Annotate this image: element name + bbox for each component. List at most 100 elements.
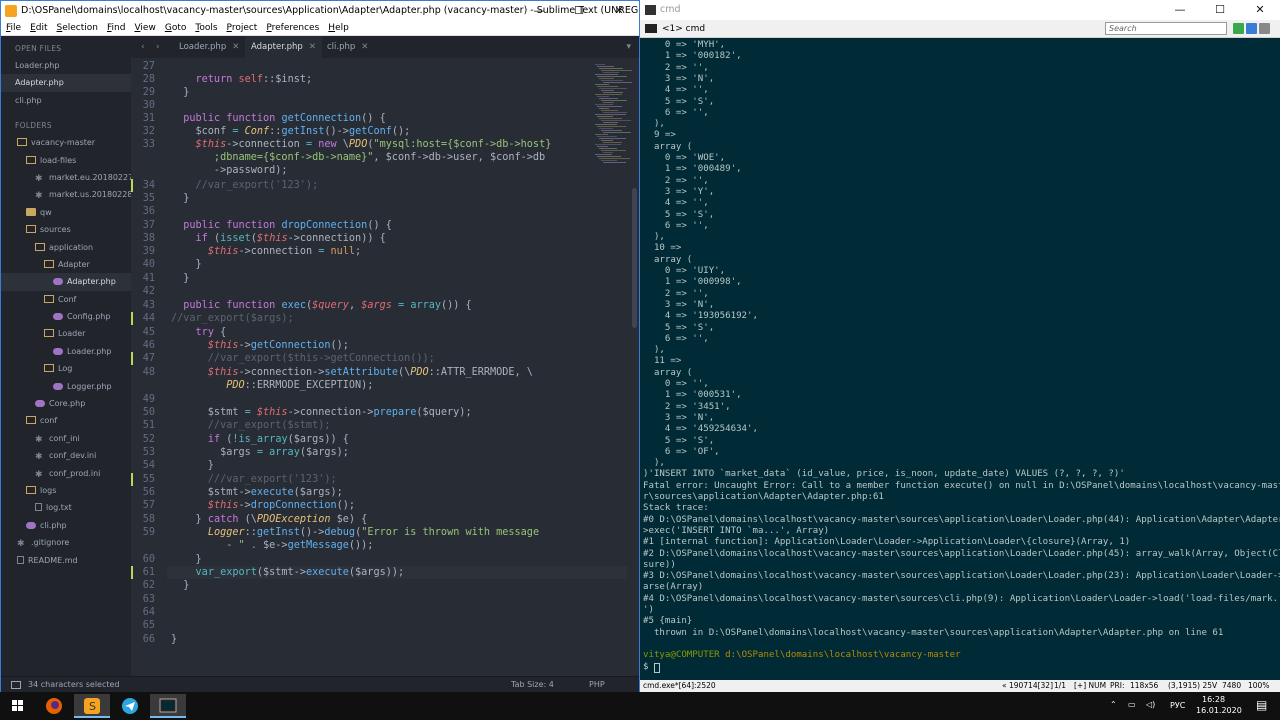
tree-item[interactable]: vacancy-master bbox=[1, 134, 131, 151]
cmd-title-bar[interactable]: cmd — ☐ ✕ bbox=[640, 0, 1280, 20]
code-editor[interactable]: 27 28 29 30 31 32 33 34 35 36 37 38 39 40 41 42 43 44 45 46… bbox=[131, 58, 639, 676]
open-file-loader[interactable]: Loader.php bbox=[1, 57, 131, 74]
tab-adapter[interactable]: Adapter.php ✕ bbox=[245, 36, 322, 58]
open-file-adapter[interactable]: Adapter.php bbox=[1, 74, 131, 92]
tree-item[interactable]: Logger.php bbox=[1, 378, 131, 395]
tree-item[interactable]: Adapter bbox=[1, 256, 131, 273]
tree-item[interactable]: sources bbox=[1, 221, 131, 238]
network-icon[interactable]: ▭ bbox=[1128, 700, 1136, 709]
line-number: 30 bbox=[142, 100, 155, 111]
minimap-line bbox=[603, 102, 614, 103]
tree-item[interactable]: ✱ conf_dev.ini bbox=[1, 447, 131, 464]
menu-preferences[interactable]: Preferences bbox=[266, 21, 319, 35]
tab-next-icon[interactable]: › bbox=[156, 36, 160, 58]
tree-item[interactable]: Adapter.php bbox=[1, 273, 131, 291]
minimap-line bbox=[599, 68, 623, 69]
conemu-taskbar-button[interactable] bbox=[150, 694, 186, 718]
start-button[interactable] bbox=[0, 694, 36, 718]
tab-cli[interactable]: cli.php ✕ bbox=[321, 36, 374, 58]
tree-item[interactable]: Config.php bbox=[1, 308, 131, 325]
minimap-line bbox=[599, 88, 627, 89]
menu-file[interactable]: File bbox=[6, 21, 21, 35]
tree-item[interactable]: application bbox=[1, 239, 131, 256]
console-output[interactable]: 0 => 'MYH', 1 => '000182', 2 => '', 3 =>… bbox=[640, 38, 1280, 680]
modified-line-marker bbox=[131, 566, 133, 579]
tree-item[interactable]: qw bbox=[1, 204, 131, 221]
tab-close-icon[interactable]: ✕ bbox=[232, 42, 239, 52]
tab-label: Adapter.php bbox=[251, 42, 303, 52]
taskbar: S ⌃ ▭ ◁) РУС 16:28 16.01.2020 ▤ bbox=[0, 692, 1280, 720]
prompt-symbol[interactable]: $ bbox=[643, 662, 648, 673]
editor-scrollbar[interactable] bbox=[632, 188, 637, 328]
tab-prev-icon[interactable]: ‹ bbox=[141, 36, 145, 58]
tab-list-icon[interactable]: ▾ bbox=[626, 36, 631, 58]
clock-time[interactable]: 16:28 bbox=[1202, 695, 1225, 704]
tree-item-label: log.txt bbox=[46, 503, 72, 513]
tree-item[interactable]: log.txt bbox=[1, 499, 131, 516]
tree-item[interactable]: ✱ market.eu.20180227 bbox=[1, 169, 131, 186]
cmd-minimize-button[interactable]: — bbox=[1160, 0, 1200, 20]
console-tab[interactable]: <1> cmd bbox=[662, 20, 705, 38]
tree-item[interactable]: Log bbox=[1, 360, 131, 377]
line-number: 49 bbox=[142, 394, 155, 405]
menu-tools[interactable]: Tools bbox=[195, 21, 217, 35]
line-number: 33 bbox=[142, 139, 155, 150]
menu-edit[interactable]: Edit bbox=[30, 21, 47, 35]
tab-size-selector[interactable]: Tab Size: 4 bbox=[511, 677, 554, 693]
close-button[interactable]: ✕ bbox=[599, 1, 639, 21]
panel-toggle-icon[interactable] bbox=[11, 681, 21, 689]
clock-date[interactable]: 16.01.2020 bbox=[1196, 706, 1242, 715]
minimap[interactable] bbox=[589, 58, 639, 178]
search-input[interactable]: Search bbox=[1105, 22, 1227, 35]
tree-item[interactable]: Core.php bbox=[1, 395, 131, 412]
volume-icon[interactable]: ◁) bbox=[1146, 700, 1155, 709]
menu-goto[interactable]: Goto bbox=[165, 21, 187, 35]
menu-help[interactable]: Help bbox=[328, 21, 349, 35]
folder-icon bbox=[26, 207, 36, 216]
tree-item[interactable]: Loader.php bbox=[1, 343, 131, 360]
split-icon[interactable] bbox=[1246, 23, 1257, 34]
settings-icon[interactable] bbox=[1259, 23, 1270, 34]
tray-expand-icon[interactable]: ⌃ bbox=[1110, 700, 1117, 709]
cmd-maximize-button[interactable]: ☐ bbox=[1200, 0, 1240, 20]
open-file-cli[interactable]: cli.php bbox=[1, 92, 131, 109]
sublime-title-bar[interactable]: D:\OSPanel\domains\localhost\vacancy-mas… bbox=[1, 1, 639, 21]
tab-close-icon[interactable]: ✕ bbox=[309, 42, 316, 52]
minimap-line bbox=[595, 84, 609, 85]
menu-view[interactable]: View bbox=[134, 21, 155, 35]
new-console-icon[interactable] bbox=[1233, 23, 1244, 34]
menu-selection[interactable]: Selection bbox=[57, 21, 98, 35]
folder-open-icon bbox=[26, 225, 36, 234]
tree-item[interactable]: conf bbox=[1, 412, 131, 429]
console-line: 6 => '', bbox=[643, 333, 709, 344]
sublime-taskbar-button[interactable]: S bbox=[74, 694, 110, 718]
minimap-line bbox=[603, 72, 619, 73]
tree-item[interactable]: ✱ conf_prod.ini bbox=[1, 465, 131, 482]
tree-item[interactable]: Conf bbox=[1, 291, 131, 308]
tree-item[interactable]: ✱ .gitignore bbox=[1, 534, 131, 551]
language-indicator[interactable]: РУС bbox=[1170, 701, 1185, 710]
minimize-button[interactable]: — bbox=[519, 1, 559, 21]
firefox-button[interactable] bbox=[36, 694, 72, 718]
syntax-selector[interactable]: PHP bbox=[589, 677, 605, 693]
tree-item[interactable]: cli.php bbox=[1, 517, 131, 534]
tree-item[interactable]: ✱ market.us.20180228 bbox=[1, 186, 131, 203]
tree-item[interactable]: README.md bbox=[1, 552, 131, 569]
tab-close-icon[interactable]: ✕ bbox=[361, 42, 368, 52]
tab-loader[interactable]: Loader.php ✕ bbox=[173, 36, 245, 58]
file-icon bbox=[17, 555, 24, 564]
cmd-close-button[interactable]: ✕ bbox=[1240, 0, 1280, 20]
notifications-icon[interactable]: ▤ bbox=[1256, 698, 1267, 712]
config-file-icon: ✱ bbox=[35, 469, 43, 480]
tree-item[interactable]: load-files bbox=[1, 152, 131, 169]
minimap-line bbox=[595, 64, 605, 65]
tree-item[interactable]: ✱ conf_ini bbox=[1, 430, 131, 447]
menu-find[interactable]: Find bbox=[107, 21, 125, 35]
tree-item-label: sources bbox=[40, 225, 71, 235]
tree-item[interactable]: logs bbox=[1, 482, 131, 499]
minimap-line bbox=[601, 160, 617, 161]
telegram-button[interactable] bbox=[112, 694, 148, 718]
menu-project[interactable]: Project bbox=[227, 21, 258, 35]
tree-item[interactable]: Loader bbox=[1, 325, 131, 342]
maximize-button[interactable]: ☐ bbox=[559, 1, 599, 21]
